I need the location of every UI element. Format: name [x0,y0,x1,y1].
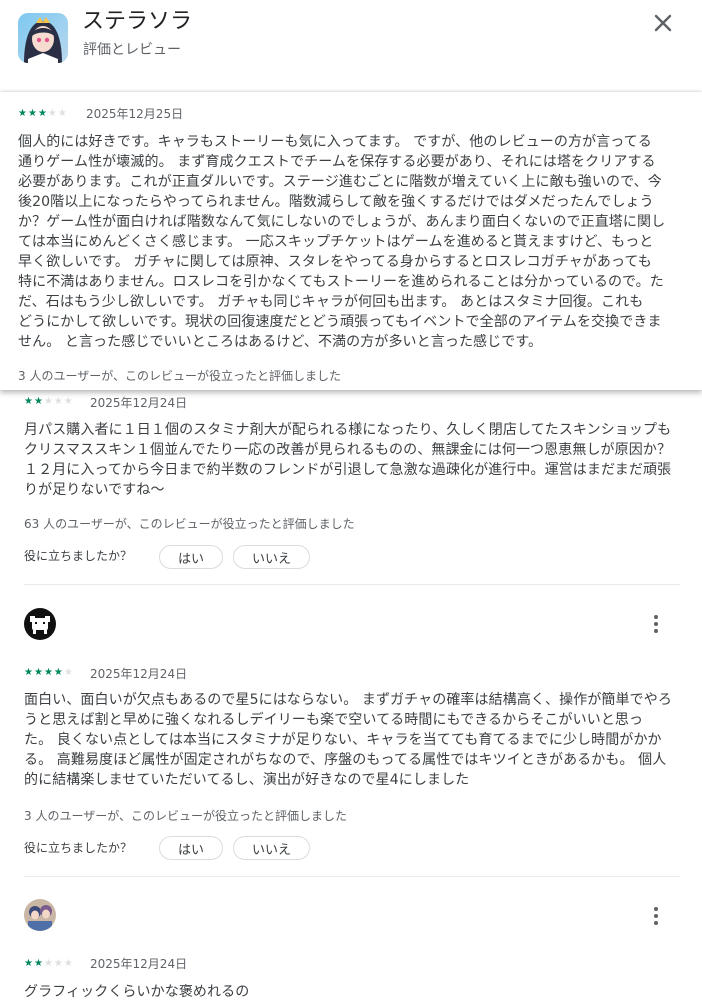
star-filled-icon: ★ [24,396,33,407]
review-date: 2025年12月24日 [90,396,188,410]
review-text-line: 後20階以上になったらやってられません。階数減らして敵を強くするだけではダメだっ… [18,194,654,210]
star-filled-icon: ★ [43,667,53,678]
helpful-no-button[interactable]: いいえ [233,836,310,860]
helpful-count: 3 人のユーザーが、このレビューが役立ったと評価しました [24,809,347,823]
review-date: 2025年12月25日 [86,107,184,121]
review-text-line: る。 高難易度ほど属性が固定されがちなので、序盤のもってる属性ではキツイときがあ… [24,752,667,768]
review-text-line: 通りゲーム性が壊滅的。 まず育成クエストでチームを保存する必要があり、それには塔… [18,154,656,170]
more-vert-icon[interactable] [644,612,668,636]
star-empty-icon: ★ [53,958,63,969]
review-card: ★ ★ ★ ★ ★ 2025年12月24日 面白い、面白いが欠点もあるので星5にはならな… [0,600,702,880]
review-text-line: りが足りないですね〜 [24,482,165,498]
review-text-line: 早く欲しいです。 ガチャに関しては原神、スタレをやってる身からするとロスレコガチ… [18,254,652,270]
helpful-count: 63 人のユーザーが、このレビューが役立ったと評価しました [24,517,355,531]
star-empty-icon: ★ [53,396,63,407]
star-empty-icon: ★ [47,108,57,119]
star-filled-icon: ★ [53,667,63,678]
star-filled-icon: ★ [33,667,43,678]
review-text: 個人的には好きです。キャラもストーリーも気に入ってます。 ですが、他のレビューの… [18,132,678,352]
divider [24,584,680,585]
review-text-line: クリスマススキン１個並んでたり一応の改善が見られるものの、無課金には何一つ恩恵無… [24,442,672,458]
star-empty-icon: ★ [63,958,73,969]
star-filled-icon: ★ [18,108,27,119]
star-rating: ★ ★ ★ ★ ★ [24,958,73,970]
review-text-line: 特に不満はありません。ロスレコを引かなくてもストーリーを進められることは分かって… [18,274,664,290]
avatar [24,608,56,640]
app-title: ステラソラ [82,9,193,34]
review-text-line: か？ゲーム性が面白ければ階数なんて気にしないのでしょうが、あんまり面白くないので… [18,214,666,230]
star-rating: ★ ★ ★ ★ ★ [24,396,73,408]
more-vert-icon[interactable] [644,904,668,928]
star-empty-icon: ★ [43,958,53,969]
review-text-line: グラフィックくらいかな褒めれるの [24,984,250,1000]
review-card: ★ ★ ★ ★ ★ 2025年12月24日 グラフィックくらいかな褒めれるの [0,890,702,1005]
star-filled-icon: ★ [24,958,33,969]
review-text-line: せん。 と言った感じでいいところはあるけど、不満の方が多いと言った感じです。 [18,334,543,350]
helpful-yes-button[interactable]: はい [159,545,223,569]
star-rating: ★ ★ ★ ★ ★ [18,108,67,120]
helpful-question: 役に立ちましたか？ [24,549,133,563]
review-text-line: 面白い、面白いが欠点もあるので星5にはならない。 まずガチャの確率は結構高く、操… [24,692,672,708]
review-text-line: どうにかして欲しいです。現状の回復速度だとどう頑張ってもイベントで全部のアイテム… [18,314,662,330]
star-empty-icon: ★ [63,396,73,407]
star-empty-icon: ★ [63,667,73,678]
star-rating: ★ ★ ★ ★ ★ [24,667,73,679]
review-date: 2025年12月24日 [90,667,188,681]
star-filled-icon: ★ [33,958,43,969]
review-text: グラフィックくらいかな褒めれるの [24,982,684,1002]
review-text: 月パス購入者に１日１個のスタミナ剤大が配られる様になったり、久しく閉店してたスキ… [24,420,684,500]
review-card: ★ ★ ★ ★ ★ 2025年12月24日 月パス購入者に１日１個のスタミナ剤大が配られ… [0,390,702,590]
helpful-no-button[interactable]: いいえ [233,545,310,569]
star-filled-icon: ★ [33,396,43,407]
review-text-line: た。 良くない点としては本当にスタミナが足りない、キャラを当てても育てるまでに少… [24,732,662,748]
review-card: ★ ★ ★ ★ ★ 2025年12月25日 個人的には好きです。キャラもストーリーも気に… [0,92,702,390]
helpful-count: 3 人のユーザーが、このレビューが役立ったと評価しました [18,369,341,383]
review-text-line: 個人的には好きです。キャラもストーリーも気に入ってます。 ですが、他のレビューの… [18,134,652,150]
review-text-line: 的に結構楽しませていただいてるし、演出が好きなので星4にしました [24,772,470,788]
review-text-line: だ、石はもう少し欲しいです。 ガチャも同じキャラが何回も出ます。 あとはスタミナ… [18,294,644,310]
dialog-header: ステラソラ 評価とレビュー [0,0,702,80]
review-text: 面白い、面白いが欠点もあるので星5にはならない。 まずガチャの確率は結構高く、操… [24,690,684,790]
star-empty-icon: ★ [43,396,53,407]
review-text-line: 必要があります。これが正直ダルいです。ステージ進むごとに階数が増えていく上に敵も… [18,174,662,190]
page-subtitle: 評価とレビュー [83,42,181,58]
star-empty-icon: ★ [57,108,67,119]
divider [24,876,680,877]
star-filled-icon: ★ [37,108,47,119]
app-icon [18,13,68,63]
review-date: 2025年12月24日 [90,957,188,971]
star-filled-icon: ★ [27,108,37,119]
review-text-line: １２月に入ってから今日まで約半数のフレンドが引退して急激な過疎化が進行中。運営は… [24,462,672,478]
review-text-line: 月パス購入者に１日１個のスタミナ剤大が配られる様になったり、久しく閉店してたスキ… [24,422,672,438]
review-text-line: うと思えば割と早めに強くなれるしデイリーも楽で空いてる時間にもできるからそこがい… [24,712,644,728]
avatar [24,899,56,931]
review-text-line: ては本当にめんどくさく感じます。 一応スキップチケットはゲームを進めると貰えます… [18,234,654,250]
helpful-yes-button[interactable]: はい [159,836,223,860]
star-filled-icon: ★ [24,667,33,678]
close-icon[interactable] [650,10,676,36]
helpful-question: 役に立ちましたか？ [24,841,133,855]
